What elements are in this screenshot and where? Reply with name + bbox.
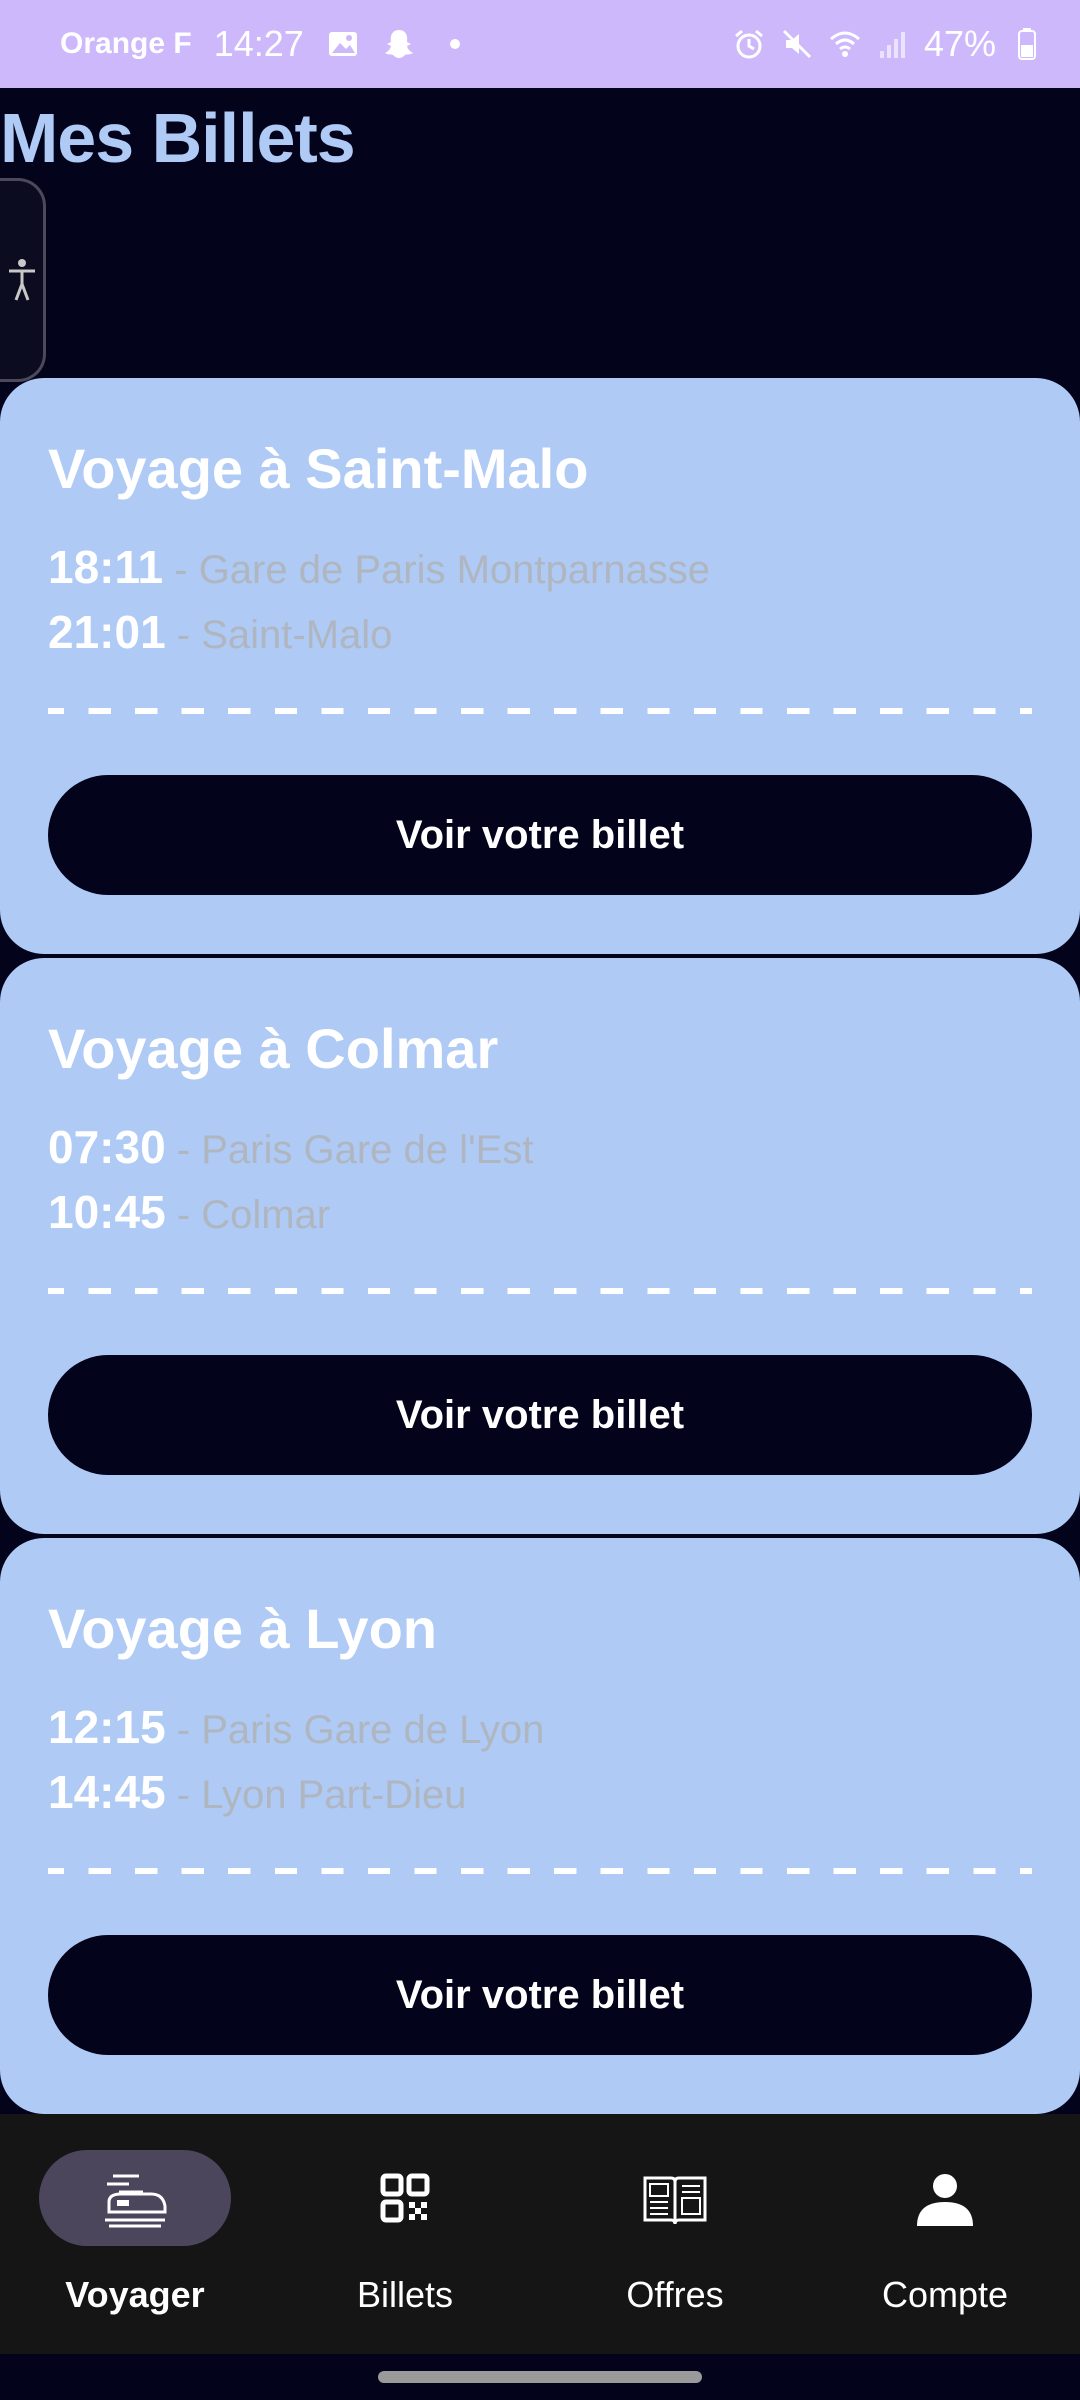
- arrival-time: 14:45: [48, 1766, 166, 1818]
- departure-station: Paris Gare de l'Est: [201, 1128, 534, 1172]
- train-icon: [105, 2174, 167, 2228]
- qr-code-icon: [380, 2173, 430, 2223]
- separator: -: [174, 548, 199, 592]
- nav-item-compte[interactable]: Compte: [810, 2114, 1080, 2354]
- person-icon: [917, 2174, 973, 2226]
- view-ticket-button[interactable]: Voir votre billet: [48, 1355, 1032, 1475]
- arrival-station: Saint-Malo: [201, 613, 393, 657]
- nav-icon-container: [579, 2150, 771, 2246]
- wifi-icon: [828, 27, 862, 61]
- nav-item-billets[interactable]: Billets: [270, 2114, 540, 2354]
- view-ticket-button[interactable]: Voir votre billet: [48, 775, 1032, 895]
- departure-row: 07:30 - Paris Gare de l'Est: [48, 1120, 533, 1174]
- departure-time: 12:15: [48, 1701, 166, 1753]
- ticket-card: Voyage à Colmar 07:30 - Paris Gare de l'…: [0, 958, 1080, 1534]
- departure-station: Paris Gare de Lyon: [201, 1708, 545, 1752]
- accessibility-tab[interactable]: [0, 178, 46, 382]
- arrival-row: 21:01 - Saint-Malo: [48, 605, 392, 659]
- nav-item-voyager[interactable]: Voyager: [0, 2114, 270, 2354]
- separator: -: [176, 1773, 202, 1817]
- departure-time: 07:30: [48, 1121, 166, 1173]
- dashed-divider: [48, 708, 1032, 714]
- clock: 14:27: [213, 23, 304, 64]
- carrier-name: Orange F: [60, 27, 192, 60]
- separator: -: [176, 1128, 202, 1172]
- ticket-title: Voyage à Colmar: [48, 1017, 499, 1080]
- nav-active-indicator: [39, 2150, 231, 2246]
- departure-row: 18:11 - Gare de Paris Montparnasse: [48, 540, 710, 594]
- snapchat-icon: [382, 27, 416, 61]
- nav-label: Compte: [881, 2274, 1009, 2315]
- dashed-divider: [48, 1288, 1032, 1294]
- separator: -: [176, 613, 202, 657]
- status-bar: Orange F 14:27 47%: [0, 0, 1080, 88]
- gallery-icon: [326, 27, 360, 61]
- departure-station: Gare de Paris Montparnasse: [198, 548, 711, 592]
- arrival-station: Lyon Part-Dieu: [201, 1773, 467, 1817]
- accessibility-icon: [8, 259, 35, 301]
- home-indicator[interactable]: [378, 2371, 702, 2383]
- magazine-icon: [643, 2176, 707, 2225]
- nav-icon-container: [849, 2150, 1041, 2246]
- arrival-time: 21:01: [48, 606, 166, 658]
- nav-label: Offres: [626, 2274, 724, 2315]
- ticket-title: Voyage à Lyon: [48, 1597, 437, 1660]
- alarm-icon: [732, 27, 766, 61]
- departure-row: 12:15 - Paris Gare de Lyon: [48, 1700, 544, 1754]
- bottom-navigation: Voyager Billets Offres Compte: [0, 2114, 1080, 2354]
- separator: -: [176, 1193, 202, 1237]
- nav-label: Voyager: [65, 2274, 205, 2315]
- separator: -: [176, 1708, 202, 1752]
- battery-icon: [1010, 27, 1044, 61]
- departure-time: 18:11: [48, 541, 164, 593]
- ticket-card: Voyage à Lyon 12:15 - Paris Gare de Lyon…: [0, 1538, 1080, 2114]
- ticket-title: Voyage à Saint-Malo: [48, 437, 589, 500]
- dashed-divider: [48, 1868, 1032, 1874]
- nav-label: Billets: [356, 2274, 454, 2315]
- nav-icon-container: [309, 2150, 501, 2246]
- nav-item-offres[interactable]: Offres: [540, 2114, 810, 2354]
- status-right: 47%: [732, 0, 1044, 88]
- status-left: Orange F 14:27: [60, 0, 472, 88]
- ticket-card: Voyage à Saint-Malo 18:11 - Gare de Pari…: [0, 378, 1080, 954]
- arrival-row: 10:45 - Colmar: [48, 1185, 330, 1239]
- signal-icon: [876, 27, 910, 61]
- page-title: Mes Billets: [0, 99, 356, 177]
- arrival-row: 14:45 - Lyon Part-Dieu: [48, 1765, 467, 1819]
- view-ticket-button[interactable]: Voir votre billet: [48, 1935, 1032, 2055]
- notification-dot-icon: [438, 27, 472, 61]
- arrival-time: 10:45: [48, 1186, 166, 1238]
- mute-icon: [780, 27, 814, 61]
- battery-percentage: 47%: [923, 23, 996, 64]
- arrival-station: Colmar: [201, 1193, 331, 1237]
